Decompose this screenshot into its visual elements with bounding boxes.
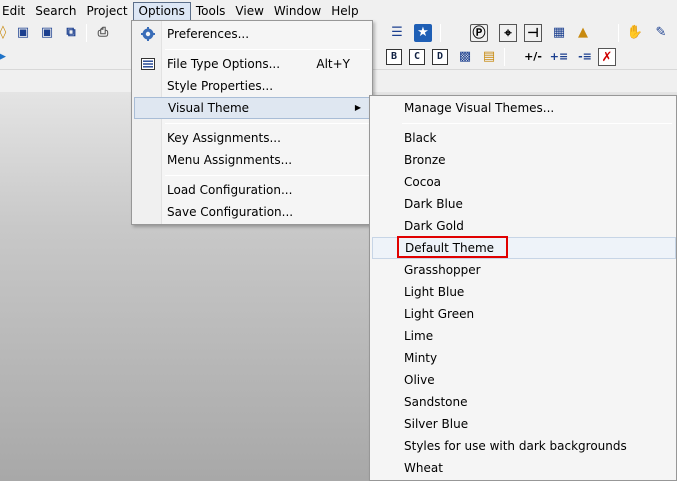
- c-marker-icon[interactable]: C: [409, 49, 425, 65]
- toolbar-separator: [440, 24, 441, 42]
- file-type-options-shortcut: Alt+Y: [316, 57, 350, 71]
- style-properties-item[interactable]: Style Properties...: [134, 75, 370, 97]
- d-marker-icon[interactable]: D: [432, 49, 448, 65]
- toolbar-separator: [504, 48, 505, 66]
- load-configuration-item[interactable]: Load Configuration...: [134, 179, 370, 201]
- submenu-arrow-icon: ▶: [354, 103, 361, 112]
- key-assignments-label: Key Assignments...: [167, 131, 281, 145]
- theme-item-minty[interactable]: Minty: [372, 347, 676, 369]
- menu-separator: [165, 49, 370, 50]
- list-icon: [140, 57, 156, 71]
- theme-item-cocoa[interactable]: Cocoa: [372, 171, 676, 193]
- save-all-icon[interactable]: ⧉: [62, 24, 80, 42]
- theme-item-bronze[interactable]: Bronze: [372, 149, 676, 171]
- menu-options[interactable]: Options: [132, 1, 191, 21]
- manage-visual-themes-item[interactable]: Manage Visual Themes...: [372, 97, 676, 119]
- options-menu: Preferences... File Type Options... Alt+…: [131, 20, 373, 225]
- theme-item-light-blue[interactable]: Light Blue: [372, 281, 676, 303]
- menu-search[interactable]: Search: [30, 2, 81, 21]
- gear-icon: [140, 27, 156, 41]
- b-marker-icon[interactable]: B: [386, 49, 402, 65]
- folder-icon[interactable]: ▤: [480, 48, 498, 66]
- run-arrow-icon[interactable]: ▶: [0, 48, 10, 66]
- save-as-icon[interactable]: ▣: [38, 24, 56, 42]
- hand-tool-icon[interactable]: ✋: [626, 24, 644, 42]
- menu-assignments-label: Menu Assignments...: [167, 153, 293, 167]
- save-configuration-item[interactable]: Save Configuration...: [134, 201, 370, 223]
- file-type-options-item[interactable]: File Type Options... Alt+Y: [134, 53, 370, 75]
- visual-theme-label: Visual Theme: [168, 101, 250, 115]
- theme-item-dark-blue[interactable]: Dark Blue: [372, 193, 676, 215]
- theme-item-wheat[interactable]: Wheat: [372, 457, 676, 479]
- visual-theme-submenu: Manage Visual Themes... Black Bronze Coc…: [369, 95, 677, 481]
- theme-item-dark-backgrounds[interactable]: Styles for use with dark backgrounds: [372, 435, 676, 457]
- menu-separator: [402, 123, 672, 124]
- theme-item-black[interactable]: Black: [372, 127, 676, 149]
- menu-separator: [165, 123, 370, 124]
- fit-window-icon[interactable]: ⌖: [499, 24, 517, 42]
- theme-item-default-theme[interactable]: Default Theme: [372, 237, 676, 259]
- preferences-item[interactable]: Preferences...: [134, 23, 370, 45]
- new-document-icon[interactable]: ✎: [652, 24, 670, 42]
- favorite-star-icon[interactable]: ★: [414, 24, 432, 42]
- theme-item-olive[interactable]: Olive: [372, 369, 676, 391]
- open-folder-icon[interactable]: ◊: [0, 24, 12, 42]
- toolbar-separator: [86, 24, 87, 42]
- visual-theme-item[interactable]: Visual Theme ▶: [134, 97, 370, 119]
- menu-assignments-item[interactable]: Menu Assignments...: [134, 149, 370, 171]
- menu-edit[interactable]: Edit: [0, 2, 30, 21]
- outdent-icon[interactable]: -≡: [574, 48, 596, 66]
- bookmark-list-icon[interactable]: ☰: [388, 24, 406, 42]
- preferences-label: Preferences...: [167, 27, 250, 41]
- theme-item-silver-blue[interactable]: Silver Blue: [372, 413, 676, 435]
- menu-separator: [165, 175, 370, 176]
- theme-item-lime[interactable]: Lime: [372, 325, 676, 347]
- file-type-options-label: File Type Options...: [167, 57, 281, 71]
- menu-view[interactable]: View: [230, 2, 268, 21]
- indent-icon[interactable]: +≡: [548, 48, 570, 66]
- toolbar-separator: [618, 24, 619, 42]
- split-window-icon[interactable]: ⊣: [524, 24, 542, 42]
- theme-item-sandstone[interactable]: Sandstone: [372, 391, 676, 413]
- menu-window[interactable]: Window: [269, 2, 326, 21]
- menu-tools[interactable]: Tools: [191, 2, 231, 21]
- toggle-sign-icon[interactable]: +/-: [520, 48, 546, 66]
- style-properties-label: Style Properties...: [167, 79, 274, 93]
- print-icon[interactable]: ⎙: [94, 24, 112, 42]
- print-preview-p-icon[interactable]: Ⓟ: [470, 24, 488, 42]
- close-x-icon[interactable]: ✗: [598, 48, 616, 66]
- load-configuration-label: Load Configuration...: [167, 183, 293, 197]
- sort-icon[interactable]: ▲: [574, 24, 592, 42]
- theme-item-light-green[interactable]: Light Green: [372, 303, 676, 325]
- save-icon[interactable]: ▣: [14, 24, 32, 42]
- spell-check-icon[interactable]: ▦: [550, 24, 568, 42]
- menubar: Edit Search Project Options Tools View W…: [0, 0, 677, 21]
- key-assignments-item[interactable]: Key Assignments...: [134, 127, 370, 149]
- menu-project[interactable]: Project: [81, 2, 132, 21]
- theme-item-grasshopper[interactable]: Grasshopper: [372, 259, 676, 281]
- column-mode-icon[interactable]: ▩: [456, 48, 474, 66]
- menu-help[interactable]: Help: [326, 2, 363, 21]
- theme-item-dark-gold[interactable]: Dark Gold: [372, 215, 676, 237]
- save-configuration-label: Save Configuration...: [167, 205, 294, 219]
